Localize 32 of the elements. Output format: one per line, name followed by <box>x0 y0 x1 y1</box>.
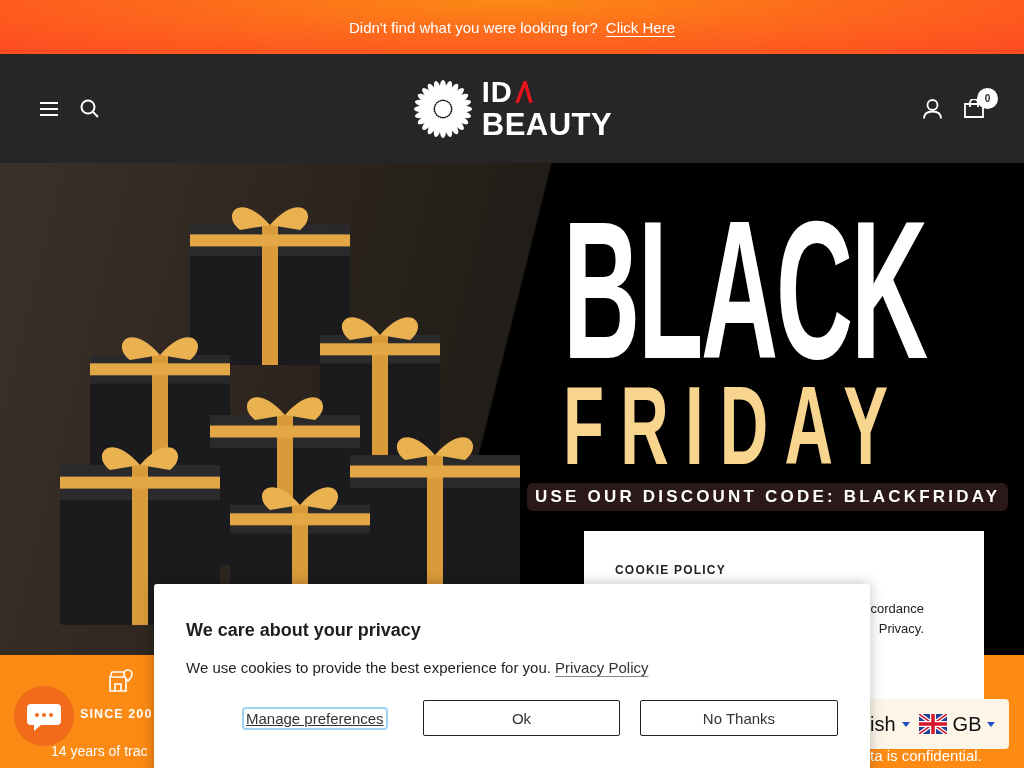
discount-code-banner: USE OUR DISCOUNT CODE: BLACKFRIDAY <box>527 483 1009 511</box>
feature-title: SINCE 200 <box>80 707 153 721</box>
store-location-icon <box>108 669 134 693</box>
cart-count-badge: 0 <box>977 88 998 109</box>
caret-icon <box>901 721 910 727</box>
cookie-policy-title: COOKIE POLICY <box>615 563 727 577</box>
slash-logo-icon <box>514 81 533 103</box>
chat-icon[interactable] <box>14 686 74 746</box>
privacy-text: We use cookies to provide the best experience for you. Privacy Policy <box>186 659 650 676</box>
consent-button[interactable]: No Thanks <box>640 700 838 736</box>
hero-title: BLACK <box>563 213 926 363</box>
search-icon[interactable] <box>80 99 99 118</box>
sunflower-logo-icon <box>411 77 474 140</box>
language-select[interactable]: ish <box>870 712 896 736</box>
uk-flag-icon <box>918 714 947 734</box>
account-icon[interactable] <box>923 98 942 119</box>
menu-icon[interactable] <box>40 101 58 116</box>
manage-preferences-link[interactable]: Manage preferences <box>244 708 386 728</box>
consent-button[interactable]: Ok <box>423 700 620 736</box>
cart-icon[interactable] <box>964 99 984 118</box>
logo-text: BEAUTY <box>481 108 613 140</box>
feature-text: ta is confidential. <box>870 747 982 764</box>
privacy-title: We care about your privacy <box>186 620 422 641</box>
hero-subtitle: FRIDAY <box>563 381 905 471</box>
logo-text: ID <box>481 77 513 107</box>
privacy-policy-link[interactable]: Privacy Policy <box>555 659 649 676</box>
feature-text: 14 years of trac <box>51 743 148 759</box>
caret-icon <box>987 721 996 727</box>
announcement-text: Didn't find what you were looking for? <box>349 18 598 36</box>
cookie-policy-text: cordance <box>870 600 924 618</box>
cookie-policy-text: Privacy. <box>878 620 924 638</box>
country-select[interactable]: GB <box>952 712 982 736</box>
